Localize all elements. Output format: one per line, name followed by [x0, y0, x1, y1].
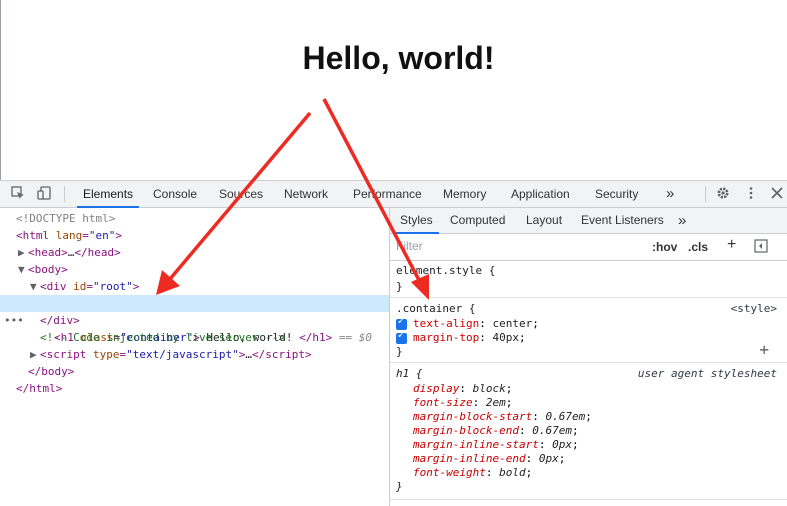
tab-elements[interactable]: Elements — [76, 181, 140, 208]
h1-node-selected[interactable]: ••• <h1 class="container"> Hello, world!… — [0, 295, 389, 344]
tab-computed[interactable]: Computed — [450, 208, 505, 233]
elements-dom-tree: <!DOCTYPE html> <html lang="en"> ▶ <head>… — [0, 208, 389, 506]
styles-tabbar: Styles Computed Layout Event Listeners » — [390, 208, 787, 234]
toolbar-separator-right — [705, 186, 706, 202]
div-root-node[interactable]: ▼ <div id="root"> — [30, 278, 139, 295]
container-selector-line[interactable]: .container { — [396, 302, 475, 316]
user-agent-h1-rule: h1 { user agent stylesheet display: bloc… — [390, 363, 787, 500]
div-close-node[interactable]: </div> — [40, 312, 80, 329]
property-checkbox-margin-top[interactable] — [396, 330, 407, 344]
property-margin-top[interactable]: margin-top: 40px; — [413, 331, 526, 345]
tab-memory[interactable]: Memory — [443, 181, 486, 207]
devtools-panel: Elements Console Sources Network Perform… — [0, 180, 787, 506]
body-node[interactable]: ▼ <body> — [18, 261, 68, 278]
doctype-node[interactable]: <!DOCTYPE html> — [16, 210, 115, 227]
container-rule-source-link[interactable]: <style> — [731, 302, 777, 316]
page-heading: Hello, world! — [302, 40, 495, 76]
expand-triangle-icon[interactable]: ▶ — [18, 244, 28, 261]
ua-property-margin-block-end: margin-block-end: 0.67em; — [413, 424, 579, 437]
rule-close-brace: } — [396, 280, 403, 293]
more-tabs-button[interactable]: » — [666, 181, 674, 207]
element-style-rule: element.style { } — [390, 261, 787, 298]
node-actions-icon[interactable]: ••• — [4, 312, 24, 329]
ua-property-margin-inline-end: margin-inline-end: 0px; — [413, 452, 566, 465]
add-property-plus-icon[interactable]: + — [759, 340, 769, 359]
tab-performance[interactable]: Performance — [353, 181, 422, 207]
comment-node[interactable]: <!-- Code injected by live-server --> — [40, 329, 285, 346]
container-rule: .container { <style> text-align: center;… — [390, 298, 787, 363]
ua-property-margin-block-start: margin-block-start: 0.67em; — [413, 410, 592, 423]
more-style-tabs-button[interactable]: » — [678, 208, 686, 233]
page-viewport: Hello, world! — [0, 0, 787, 180]
property-checkbox-text-align[interactable] — [396, 316, 407, 330]
settings-gear-icon[interactable] — [715, 186, 731, 202]
tab-event-listeners[interactable]: Event Listeners — [581, 208, 664, 233]
kebab-menu-icon[interactable] — [743, 186, 759, 202]
html-close-node[interactable]: </html> — [16, 380, 62, 397]
tab-network[interactable]: Network — [284, 181, 328, 207]
tab-layout[interactable]: Layout — [526, 208, 562, 233]
tab-application[interactable]: Application — [511, 181, 570, 207]
ua-property-font-weight: font-weight: bold; — [413, 466, 533, 479]
new-rule-plus-icon[interactable]: + — [727, 237, 736, 253]
class-toggle[interactable]: .cls — [688, 239, 708, 255]
collapse-triangle-icon[interactable]: ▼ — [18, 261, 28, 278]
tab-console[interactable]: Console — [153, 181, 197, 207]
tab-sources[interactable]: Sources — [219, 181, 263, 207]
hover-state-toggle[interactable]: :hov — [652, 239, 677, 255]
styles-sidebar: Styles Computed Layout Event Listeners »… — [390, 208, 787, 506]
devtools-toolbar: Elements Console Sources Network Perform… — [0, 181, 787, 208]
property-text-align[interactable]: text-align: center; — [413, 317, 539, 331]
rule-close-brace: } — [396, 345, 403, 358]
html-node[interactable]: <html lang="en"> — [16, 227, 122, 244]
h1-selector-line[interactable]: h1 { — [396, 367, 423, 381]
ua-property-margin-inline-start: margin-inline-start: 0px; — [413, 438, 579, 451]
body-close-node[interactable]: </body> — [28, 363, 74, 380]
device-toolbar-icon[interactable] — [36, 186, 52, 202]
tab-styles[interactable]: Styles — [394, 208, 439, 234]
toggle-sidebar-icon[interactable] — [754, 239, 768, 255]
inspect-element-icon[interactable] — [10, 186, 26, 202]
styles-filter-input[interactable] — [396, 238, 641, 254]
element-style-selector[interactable]: element.style { — [396, 264, 495, 278]
tab-security[interactable]: Security — [595, 181, 638, 207]
rule-close-brace: } — [396, 480, 403, 493]
script-node[interactable]: ▶ <script type="text/javascript">…</scrip… — [30, 346, 312, 363]
user-agent-source-label: user agent stylesheet — [637, 367, 777, 380]
expand-triangle-icon[interactable]: ▶ — [30, 346, 40, 363]
styles-filter-bar: :hov .cls + — [390, 234, 787, 261]
ua-property-font-size: font-size: 2em; — [413, 396, 513, 409]
head-node[interactable]: ▶ <head>…</head> — [18, 244, 121, 261]
viewport-edge — [0, 0, 1, 180]
close-devtools-icon[interactable] — [769, 186, 785, 202]
toolbar-separator — [64, 186, 65, 202]
collapse-triangle-icon[interactable]: ▼ — [30, 278, 40, 295]
ua-property-display: display: block; — [413, 382, 513, 395]
